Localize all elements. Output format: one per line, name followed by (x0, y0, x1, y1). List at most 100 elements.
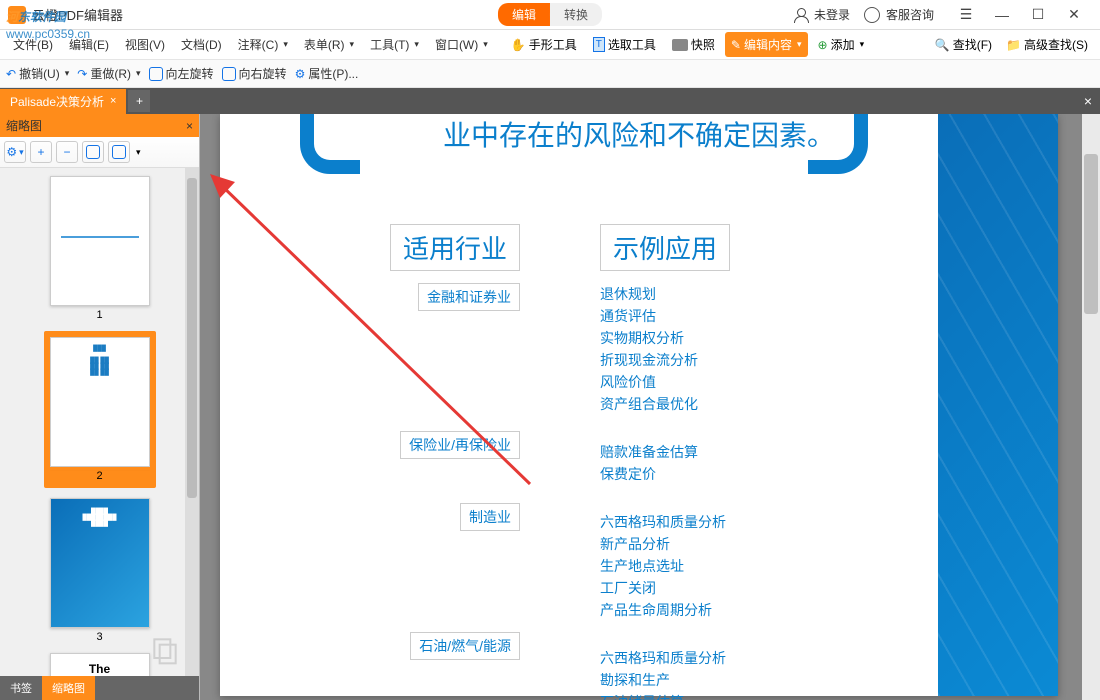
undo-icon: ↶ (6, 67, 16, 81)
close-all-tabs-button[interactable]: × (1076, 93, 1100, 109)
rotate-right-button[interactable]: 向右旋转 (222, 65, 287, 82)
redo-icon: ↷ (77, 67, 87, 81)
annotation-arrow (200, 164, 540, 494)
add-tool[interactable]: ⊕添加▾ (812, 32, 871, 57)
thumbnail-page[interactable]: TheDecisionToolsSuite〰〰 (50, 653, 150, 676)
thumb-rotate-left-button[interactable] (82, 141, 104, 163)
thumbnail-number: 1 (50, 309, 150, 321)
bookmarks-tab[interactable]: 书签 (0, 676, 42, 700)
hand-tool[interactable]: ✋手形工具 (505, 32, 583, 57)
mode-tabs: 编辑 转换 (498, 3, 602, 26)
folder-search-icon: 📁 (1006, 38, 1021, 52)
application-item: 风险价值 (600, 371, 730, 393)
right-column-header: 示例应用 (600, 224, 730, 271)
industry-cell: 石油/燃气/能源 (410, 632, 520, 660)
person-icon (794, 8, 808, 22)
menu-window[interactable]: 窗口(W)▾ (428, 32, 495, 57)
workspace: 缩略图 × ⚙▾ + − ▾ 1 █████ ████ ████ ██ 2 █████… (0, 114, 1100, 700)
search-icon: 🔍 (935, 38, 950, 52)
minimize-button[interactable]: — (984, 1, 1020, 29)
find-button[interactable]: 🔍查找(F) (929, 32, 998, 57)
gear-icon: ⚙ (295, 67, 306, 81)
snapshot-tool[interactable]: 快照 (666, 32, 721, 57)
redo-button[interactable]: ↷重做(R)▾ (77, 65, 140, 82)
thumb-rotate-right-button[interactable] (108, 141, 130, 163)
application-item: 生产地点选址 (600, 555, 730, 577)
menu-form[interactable]: 表单(R)▾ (297, 32, 361, 57)
decorative-blue-panel (938, 114, 1058, 696)
chevron-down-icon[interactable]: ▾ (136, 147, 141, 158)
thumbnail-page[interactable] (50, 176, 150, 306)
rotate-right-icon (222, 67, 236, 81)
watermark-logo: 河东软件园 www.pc0359.cn (6, 4, 90, 41)
document-tabs: Palisade决策分析 × + × (0, 88, 1100, 114)
camera-icon (672, 39, 688, 51)
edit-mode-tab[interactable]: 编辑 (498, 3, 550, 26)
close-button[interactable]: ✕ (1056, 1, 1092, 29)
side-panel-close-icon[interactable]: × (186, 119, 193, 133)
application-item: 资产组合最优化 (600, 393, 730, 415)
side-tabs: 书签 缩略图 (0, 676, 199, 700)
edit-content-tool[interactable]: ✎编辑内容▾ (725, 32, 808, 57)
close-tab-icon[interactable]: × (110, 95, 116, 107)
menu-comment[interactable]: 注释(C)▾ (231, 32, 295, 57)
thumbnails-tab[interactable]: 缩略图 (42, 676, 95, 700)
add-tab-button[interactable]: + (128, 90, 150, 112)
vertical-scrollbar[interactable] (1082, 114, 1100, 700)
convert-mode-tab[interactable]: 转换 (550, 3, 602, 26)
document-tab[interactable]: Palisade决策分析 × (0, 89, 126, 114)
smile-icon (864, 7, 880, 23)
adv-find-button[interactable]: 📁高级查找(S) (1000, 32, 1094, 57)
application-item: 保费定价 (600, 463, 730, 485)
menubar: 文件(B) 编辑(E) 视图(V) 文档(D) 注释(C)▾ 表单(R)▾ 工具… (0, 30, 1100, 60)
application-item: 新产品分析 (600, 533, 730, 555)
rotate-left-icon (149, 67, 163, 81)
rotate-left-button[interactable]: 向左旋转 (149, 65, 214, 82)
application-item: 勘探和生产 (600, 669, 730, 691)
thumb-options-button[interactable]: ⚙▾ (4, 141, 26, 163)
application-item: 六西格玛和质量分析 (600, 647, 730, 669)
hand-icon: ✋ (511, 38, 526, 52)
industry-cell: 制造业 (460, 503, 520, 531)
thumb-zoom-out-button[interactable]: − (56, 141, 78, 163)
side-panel-title: 缩略图 (6, 117, 42, 134)
side-panel: 缩略图 × ⚙▾ + − ▾ 1 █████ ████ ████ ██ 2 █████… (0, 114, 200, 700)
menu-view[interactable]: 视图(V) (118, 32, 172, 57)
thumbnail-page[interactable]: ████████████████ (50, 498, 150, 628)
document-tab-label: Palisade决策分析 (10, 93, 104, 110)
text-select-icon: T (593, 37, 605, 52)
application-item: 产品生命周期分析 (600, 599, 730, 621)
thumbnail-number: 3 (50, 631, 150, 643)
canvas[interactable]: 业中存在的风险和不确定因素。 适用行业 金融和证券业保险业/再保险业制造业石油/… (200, 114, 1100, 700)
add-icon: ⊕ (818, 38, 828, 52)
scrollbar-thumb[interactable] (1084, 154, 1098, 314)
menu-icon[interactable]: ☰ (948, 1, 984, 29)
thumbnail-toolbar: ⚙▾ + − ▾ (0, 137, 199, 168)
properties-button[interactable]: ⚙属性(P)... (295, 65, 359, 82)
thumbnail-list[interactable]: 1 █████ ████ ████ ██ 2 ████████████████ 3 The… (0, 168, 199, 676)
side-panel-header: 缩略图 × (0, 114, 199, 137)
thumbnail-page[interactable]: █████ ████ ████ ██ (50, 337, 150, 467)
select-tool[interactable]: T选取工具 (587, 32, 662, 57)
application-item: 实物期权分析 (600, 327, 730, 349)
application-item: 石油储量估算 (600, 691, 730, 700)
menu-doc[interactable]: 文档(D) (174, 32, 229, 57)
undo-button[interactable]: ↶撤销(U)▾ (6, 65, 69, 82)
edit-icon: ✎ (731, 38, 741, 52)
thumbnail-number: 2 (50, 470, 150, 482)
application-item: 赔款准备金估算 (600, 441, 730, 463)
service-button[interactable]: 客服咨询 (864, 6, 934, 23)
thumb-zoom-in-button[interactable]: + (30, 141, 52, 163)
maximize-button[interactable]: ☐ (1020, 1, 1056, 29)
thumbnail-scrollbar[interactable] (185, 168, 199, 676)
login-button[interactable]: 未登录 (794, 6, 850, 23)
application-item: 通货评估 (600, 305, 730, 327)
decorative-bracket-right (808, 114, 868, 174)
application-item: 工厂关闭 (600, 577, 730, 599)
menu-tools[interactable]: 工具(T)▾ (363, 32, 426, 57)
page-headline: 业中存在的风险和不确定因素。 (260, 114, 1018, 154)
application-item: 退休规划 (600, 283, 730, 305)
application-item: 六西格玛和质量分析 (600, 511, 730, 533)
copy-pages-icon (149, 634, 181, 666)
titlebar: 云橙PDF编辑器 编辑 转换 未登录 客服咨询 ☰ — ☐ ✕ (0, 0, 1100, 30)
